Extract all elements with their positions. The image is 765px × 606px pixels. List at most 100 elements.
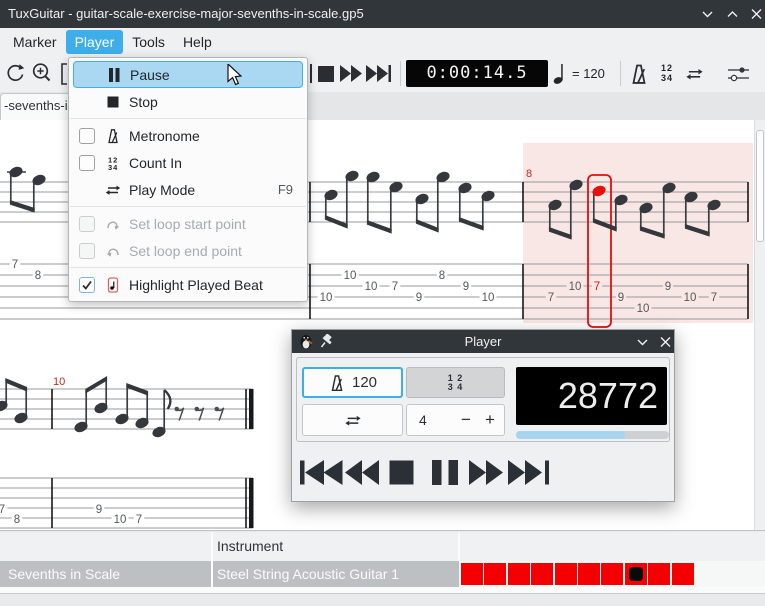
menu-checkbox[interactable] — [79, 216, 95, 232]
progress-bar[interactable] — [516, 431, 669, 439]
column-separator2 — [458, 532, 460, 561]
menu-item-stop[interactable]: Stop — [73, 88, 303, 115]
svg-text:10: 10 — [684, 292, 697, 304]
player-dialog-titlebar[interactable]: Player — [292, 330, 674, 353]
menu-item-set-loop-start-point[interactable]: Set loop start point — [73, 210, 303, 237]
zoom-in-icon[interactable] — [30, 61, 54, 87]
svg-text:7: 7 — [136, 514, 142, 526]
track-measure-block[interactable] — [461, 563, 483, 585]
time-display: 0:00:14.5 — [406, 60, 548, 87]
metronome-icon[interactable] — [628, 63, 650, 85]
track-measure-block[interactable] — [648, 563, 670, 585]
vertical-scrollbar[interactable] — [754, 120, 765, 530]
close-icon[interactable] — [750, 8, 763, 20]
menu-checkbox[interactable] — [79, 155, 95, 171]
track-measure-block[interactable] — [672, 563, 694, 585]
menu-checkbox-spacer — [79, 182, 95, 198]
countin-icon: 1234 — [105, 155, 121, 171]
track-measure-block[interactable] — [578, 563, 600, 585]
menu-item-set-loop-end-point[interactable]: Set loop end point — [73, 237, 303, 264]
column-separator — [211, 532, 213, 561]
scrollbar-thumb[interactable] — [756, 130, 764, 242]
track-row[interactable]: Sevenths in Scale Steel String Acoustic … — [0, 561, 765, 587]
track-measure-block[interactable] — [555, 563, 577, 585]
dialog-stop-button[interactable] — [389, 460, 414, 485]
menu-item-pause[interactable]: Pause — [73, 61, 303, 88]
track-table-header: Instrument — [0, 532, 765, 561]
dialog-pause-button[interactable] — [431, 460, 459, 485]
menu-help[interactable]: Help — [174, 30, 221, 54]
loop-count-spinner[interactable]: 4 − + — [406, 404, 505, 436]
track-measure-block[interactable] — [484, 563, 506, 585]
svg-text:9: 9 — [463, 281, 469, 293]
track-measure-block[interactable] — [508, 563, 530, 585]
player-menu: Pause Stop Metronome 1234 Count In Play ModeF… — [68, 57, 308, 302]
track-measure-block[interactable] — [625, 563, 647, 585]
menu-item-label: Metronome — [129, 128, 200, 144]
track-instrument: Steel String Acoustic Guitar 1 — [217, 561, 399, 587]
svg-text:9: 9 — [665, 281, 671, 293]
count-in-icon[interactable]: 1234 — [657, 63, 677, 83]
menu-item-highlight-played-beat[interactable]: Highlight Played Beat — [73, 271, 303, 298]
skip-to-start-button[interactable] — [300, 460, 343, 485]
maximize-icon[interactable] — [726, 8, 739, 20]
progress-fill — [516, 431, 625, 439]
minimize-icon[interactable] — [701, 8, 714, 20]
menu-checkbox[interactable] — [79, 243, 95, 259]
beat-icon — [105, 277, 121, 293]
loopend-icon — [105, 243, 121, 259]
track-name: Sevenths in Scale — [8, 561, 120, 587]
menu-checkbox-spacer — [80, 67, 96, 83]
dialog-fast-forward-button[interactable] — [469, 460, 503, 485]
menu-marker[interactable]: Marker — [4, 30, 66, 54]
svg-text:7: 7 — [548, 292, 554, 304]
menu-player[interactable]: Player — [66, 30, 124, 54]
spinner-decrement[interactable]: − — [455, 405, 477, 435]
menu-tools[interactable]: Tools — [123, 30, 174, 54]
loop-icon[interactable] — [682, 65, 707, 83]
toolbar-separator2 — [620, 61, 621, 86]
loop-toggle-button[interactable] — [302, 404, 403, 436]
rewind-button[interactable] — [345, 460, 379, 485]
tick-display: 28772 — [516, 367, 667, 425]
stop-button[interactable] — [318, 66, 334, 82]
svg-text:8: 8 — [14, 514, 20, 526]
menu-item-label: Stop — [129, 94, 158, 110]
skip-to-end-button[interactable] — [366, 65, 392, 82]
svg-text:8: 8 — [526, 168, 532, 180]
track-measure-block[interactable] — [601, 563, 623, 585]
stop-icon — [105, 94, 121, 110]
dialog-close-icon[interactable] — [659, 336, 672, 348]
menu-item-play-mode[interactable]: Play ModeF9 — [73, 176, 303, 203]
loopstart-icon — [105, 216, 121, 232]
svg-text:9: 9 — [618, 292, 624, 304]
menu-checkbox[interactable] — [79, 277, 95, 293]
window-title: TuxGuitar - guitar-scale-exercise-major-… — [8, 0, 364, 28]
metronome-toggle-button[interactable]: 120 — [302, 367, 403, 398]
svg-text:34: 34 — [108, 163, 118, 171]
tempo-value[interactable]: = 120 — [572, 56, 605, 92]
zoom-reset-icon[interactable] — [3, 61, 27, 87]
spinner-increment[interactable]: + — [479, 405, 501, 435]
instrument-column-header[interactable]: Instrument — [217, 532, 283, 561]
svg-text:10: 10 — [320, 292, 333, 304]
menu-separator — [70, 206, 306, 207]
svg-text:10: 10 — [637, 303, 650, 315]
settings-sliders-icon[interactable] — [727, 64, 751, 84]
play-icon-edge[interactable] — [310, 64, 312, 83]
row-column-separator — [211, 561, 213, 587]
track-measure-block[interactable] — [531, 563, 553, 585]
menu-shortcut: F9 — [278, 182, 293, 197]
menu-checkbox[interactable] — [79, 128, 95, 144]
track-table: Instrument Sevenths in Scale Steel Strin… — [0, 530, 765, 605]
skip-to-end-dialog-button[interactable] — [508, 460, 550, 485]
dialog-minimize-icon[interactable] — [636, 336, 649, 348]
menu-item-count-in[interactable]: 1234 Count In — [73, 149, 303, 176]
svg-text:10: 10 — [365, 281, 378, 293]
svg-text:8: 8 — [35, 270, 41, 282]
svg-text:10: 10 — [344, 270, 357, 282]
menu-item-label: Count In — [129, 155, 182, 171]
count-in-toggle-button[interactable]: 1 23 4 — [406, 367, 505, 398]
menu-item-metronome[interactable]: Metronome — [73, 122, 303, 149]
fast-forward-button[interactable] — [340, 65, 363, 82]
